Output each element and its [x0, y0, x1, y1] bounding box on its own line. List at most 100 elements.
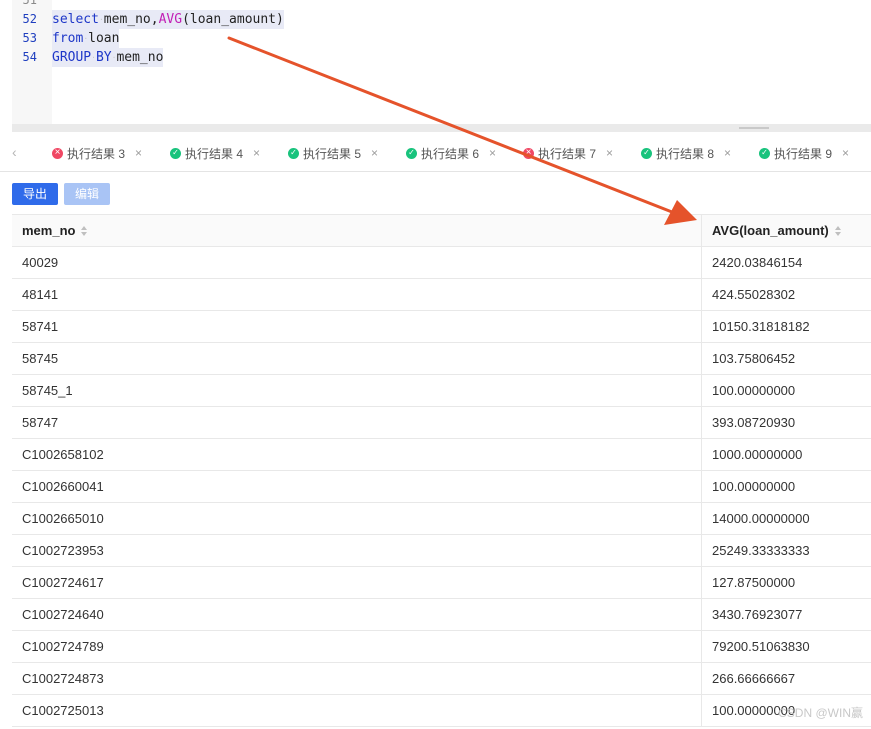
- tab-result-3[interactable]: 执行结果 3 ×: [52, 134, 142, 172]
- column-header-avg-loan-amount[interactable]: AVG(loan_amount): [702, 215, 871, 247]
- tab-label: 执行结果 7: [538, 146, 597, 161]
- tab-label: 执行结果 4: [185, 146, 244, 161]
- code-line[interactable]: 52 select·mem_no,AVG(loan_amount): [12, 10, 871, 29]
- success-icon: [759, 146, 770, 160]
- table-row[interactable]: 58747 393.08720930: [12, 407, 871, 439]
- close-icon[interactable]: ×: [606, 146, 613, 160]
- table-row[interactable]: C1002724789 79200.51063830: [12, 631, 871, 663]
- code-text: from·loan: [52, 29, 120, 48]
- export-button[interactable]: 导出: [12, 183, 59, 205]
- chevron-left-icon[interactable]: ‹: [12, 144, 17, 160]
- cell-avg-loan-amount[interactable]: 79200.51063830: [702, 631, 871, 663]
- success-icon: [406, 146, 417, 160]
- table-row[interactable]: 58745_1 100.00000000: [12, 375, 871, 407]
- cell-avg-loan-amount[interactable]: 3430.76923077: [702, 599, 871, 631]
- cell-avg-loan-amount[interactable]: 2420.03846154: [702, 247, 871, 279]
- cell-mem-no[interactable]: C1002724617: [12, 567, 702, 599]
- table-row[interactable]: 40029 2420.03846154: [12, 247, 871, 279]
- cell-mem-no[interactable]: C1002660041: [12, 471, 702, 503]
- cell-mem-no[interactable]: 40029: [12, 247, 702, 279]
- table-row[interactable]: C1002665010 14000.00000000: [12, 503, 871, 535]
- tab-result-5[interactable]: 执行结果 5 ×: [288, 134, 378, 172]
- error-icon: [523, 146, 534, 160]
- column-header-mem-no[interactable]: mem_no: [12, 215, 702, 247]
- code-token: GROUP: [52, 50, 92, 65]
- cell-mem-no[interactable]: 58741: [12, 311, 702, 343]
- line-number: 52: [22, 12, 37, 26]
- tab-result-8[interactable]: 执行结果 8 ×: [641, 134, 731, 172]
- cell-avg-loan-amount[interactable]: 266.66666667: [702, 663, 871, 695]
- tab-label: 执行结果 6: [421, 146, 480, 161]
- code-line[interactable]: 51: [12, 0, 871, 10]
- cell-avg-loan-amount[interactable]: 100.00000000: [702, 375, 871, 407]
- cell-avg-loan-amount[interactable]: 393.08720930: [702, 407, 871, 439]
- cell-avg-loan-amount[interactable]: 25249.33333333: [702, 535, 871, 567]
- tab-result-7[interactable]: 执行结果 7 ×: [523, 134, 613, 172]
- success-icon: [288, 146, 299, 160]
- edit-button[interactable]: 编辑: [64, 183, 111, 205]
- table-row[interactable]: 58741 10150.31818182: [12, 311, 871, 343]
- sort-icon[interactable]: [834, 226, 842, 237]
- cell-mem-no[interactable]: 58745: [12, 343, 702, 375]
- tab-result-6[interactable]: 执行结果 6 ×: [406, 134, 496, 172]
- line-number: 54: [22, 50, 37, 64]
- tab-result-4[interactable]: 执行结果 4 ×: [170, 134, 260, 172]
- code-line[interactable]: 53 from·loan: [12, 29, 871, 48]
- close-icon[interactable]: ×: [135, 146, 142, 160]
- close-icon[interactable]: ×: [489, 146, 496, 160]
- sort-icon[interactable]: [81, 226, 88, 237]
- table-row[interactable]: C1002723953 25249.33333333: [12, 535, 871, 567]
- cell-mem-no[interactable]: 48141: [12, 279, 702, 311]
- splitter-grip[interactable]: [739, 127, 769, 129]
- success-icon: [641, 146, 652, 160]
- cell-mem-no[interactable]: 58747: [12, 407, 702, 439]
- tab-label: 执行结果 5: [303, 146, 362, 161]
- code-text: select·mem_no,AVG(loan_amount): [52, 10, 284, 29]
- code-token: AVG: [158, 12, 183, 27]
- table-header: mem_no AVG(loan_amount): [12, 215, 871, 247]
- table-row[interactable]: C1002724617 127.87500000: [12, 567, 871, 599]
- table-row[interactable]: C1002725013 100.00000000: [12, 695, 871, 727]
- cell-mem-no[interactable]: C1002665010: [12, 503, 702, 535]
- code-line[interactable]: 54 GROUP·BY·mem_no: [12, 48, 871, 67]
- cell-avg-loan-amount[interactable]: 10150.31818182: [702, 311, 871, 343]
- pane-splitter[interactable]: [12, 124, 871, 132]
- error-icon: [52, 146, 63, 160]
- close-icon[interactable]: ×: [724, 146, 731, 160]
- cell-avg-loan-amount[interactable]: 103.75806452: [702, 343, 871, 375]
- cell-avg-loan-amount[interactable]: 127.87500000: [702, 567, 871, 599]
- table-row[interactable]: C1002658102 1000.00000000: [12, 439, 871, 471]
- code-token: mem_no,: [103, 12, 159, 27]
- cell-mem-no[interactable]: C1002723953: [12, 535, 702, 567]
- table-row[interactable]: 58745 103.75806452: [12, 343, 871, 375]
- watermark: CSDN @WIN赢: [778, 706, 863, 720]
- tab-label: 执行结果 3: [67, 146, 126, 161]
- cell-avg-loan-amount[interactable]: 100.00000000: [702, 471, 871, 503]
- line-number: 53: [22, 31, 37, 45]
- cell-avg-loan-amount[interactable]: 14000.00000000: [702, 503, 871, 535]
- table-row[interactable]: C1002660041 100.00000000: [12, 471, 871, 503]
- success-icon: [170, 146, 181, 160]
- code-token: BY: [95, 50, 112, 65]
- close-icon[interactable]: ×: [253, 146, 260, 160]
- close-icon[interactable]: ×: [842, 146, 849, 160]
- cell-mem-no[interactable]: C1002724640: [12, 599, 702, 631]
- cell-avg-loan-amount[interactable]: 1000.00000000: [702, 439, 871, 471]
- column-header-label: mem_no: [22, 223, 76, 238]
- line-number: 51: [22, 0, 37, 7]
- cell-mem-no[interactable]: C1002724873: [12, 663, 702, 695]
- cell-mem-no[interactable]: C1002658102: [12, 439, 702, 471]
- code-token: mem_no: [116, 50, 164, 65]
- sql-editor[interactable]: 51 52 select·mem_no,AVG(loan_amount) 53 from…: [12, 0, 871, 124]
- cell-mem-no[interactable]: 58745_1: [12, 375, 702, 407]
- table-row[interactable]: C1002724640 3430.76923077: [12, 599, 871, 631]
- table-row[interactable]: C1002724873 266.66666667: [12, 663, 871, 695]
- cell-avg-loan-amount[interactable]: 424.55028302: [702, 279, 871, 311]
- cell-mem-no[interactable]: C1002724789: [12, 631, 702, 663]
- table-row[interactable]: 48141 424.55028302: [12, 279, 871, 311]
- tab-result-9[interactable]: 执行结果 9 ×: [759, 134, 849, 172]
- cell-mem-no[interactable]: C1002725013: [12, 695, 702, 727]
- close-icon[interactable]: ×: [371, 146, 378, 160]
- tab-label: 执行结果 8: [656, 146, 715, 161]
- result-grid: mem_no AVG(loan_amount) 40029 2420.038461…: [12, 214, 871, 727]
